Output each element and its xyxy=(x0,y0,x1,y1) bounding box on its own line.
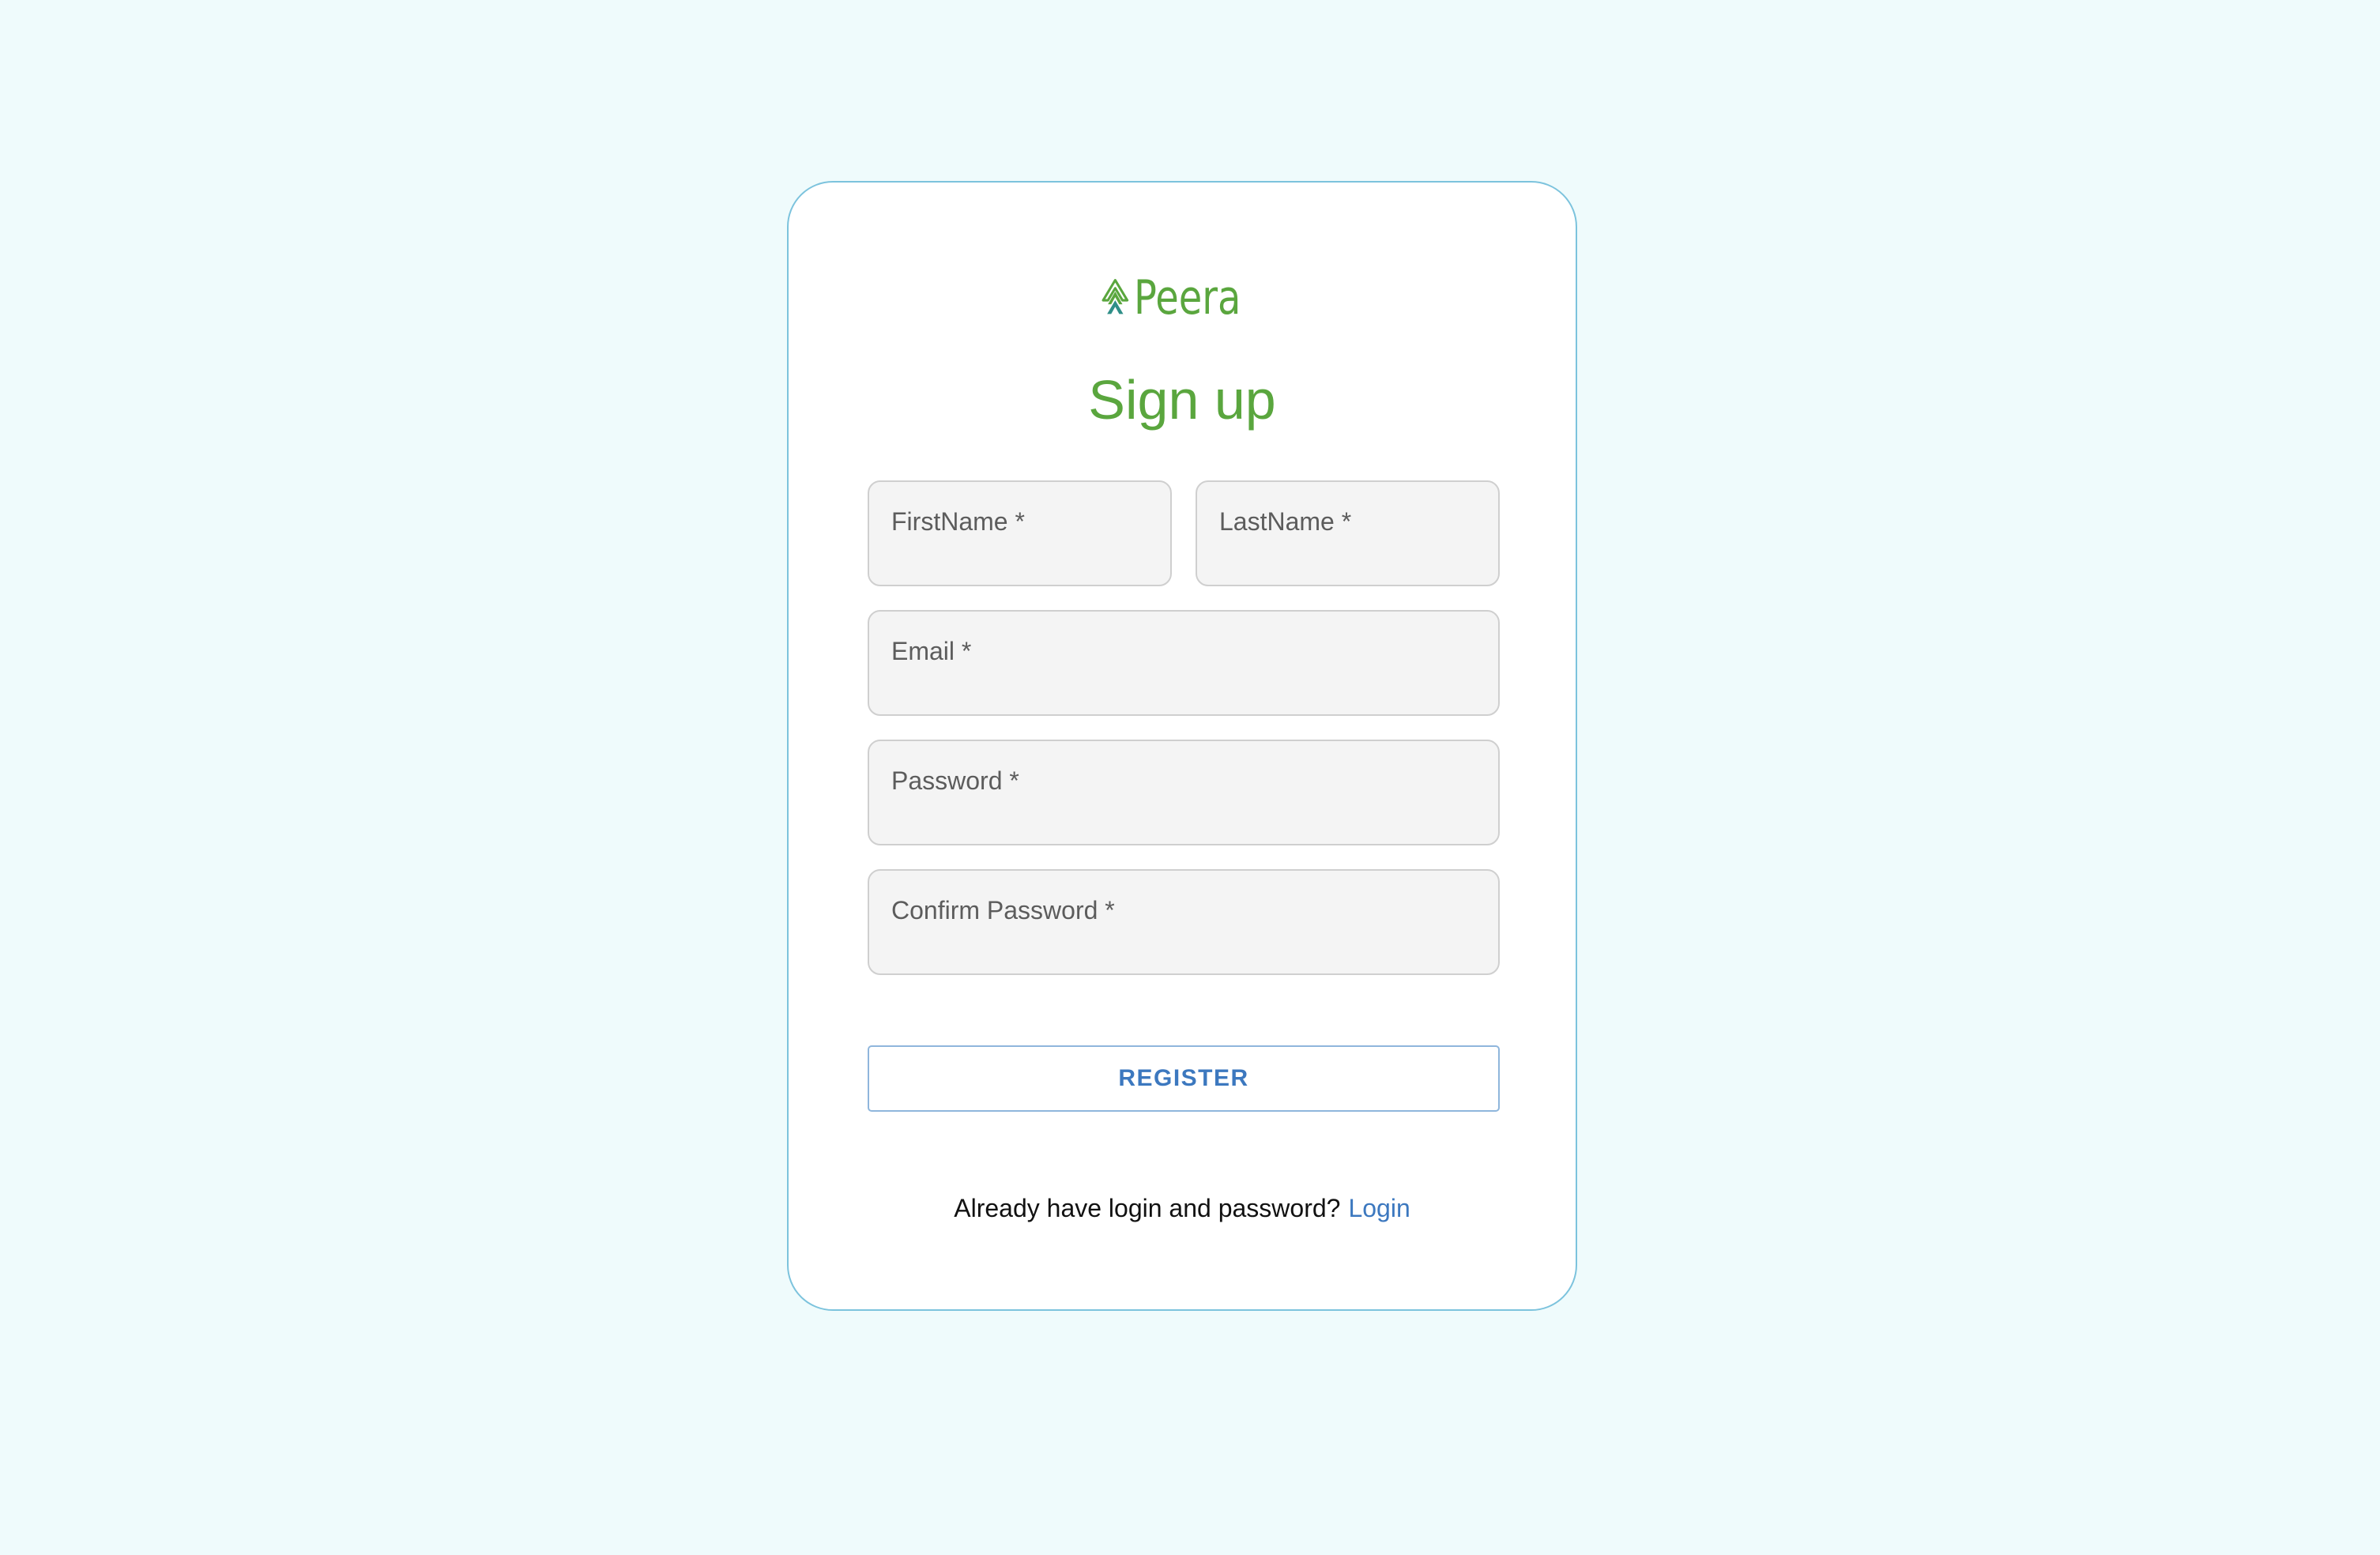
email-field[interactable]: Email * xyxy=(868,610,1500,716)
password-input[interactable] xyxy=(869,741,1498,844)
brand-logo: Peera xyxy=(1102,262,1267,334)
brand-name: Peera xyxy=(1133,270,1241,326)
signup-card: Peera Sign up FirstName * LastName * Ema… xyxy=(787,181,1577,1311)
confirm-password-field[interactable]: Confirm Password * xyxy=(868,869,1500,975)
page-title: Sign up xyxy=(1088,369,1276,431)
login-link[interactable]: Login xyxy=(1348,1194,1410,1222)
first-name-field[interactable]: FirstName * xyxy=(868,480,1172,586)
password-field[interactable]: Password * xyxy=(868,740,1500,845)
first-name-input[interactable] xyxy=(869,482,1170,585)
last-name-input[interactable] xyxy=(1197,482,1498,585)
email-input[interactable] xyxy=(869,612,1498,714)
peera-tree-logo-icon xyxy=(1102,279,1129,314)
confirm-password-input[interactable] xyxy=(869,871,1498,973)
last-name-field[interactable]: LastName * xyxy=(1196,480,1500,586)
login-prompt: Already have login and password? Login xyxy=(789,1194,1576,1223)
login-prompt-text: Already have login and password? xyxy=(954,1194,1341,1222)
register-button[interactable]: REGISTER xyxy=(868,1045,1500,1112)
